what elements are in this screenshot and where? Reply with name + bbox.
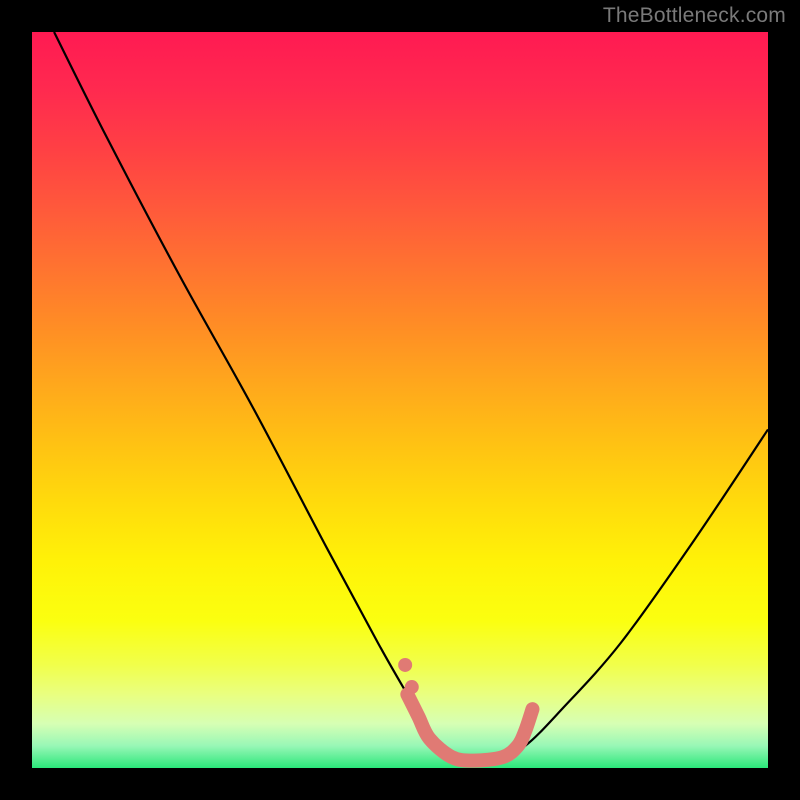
optimal-range-highlight	[407, 694, 532, 760]
chart-plot-area	[32, 32, 768, 768]
chart-svg	[32, 32, 768, 768]
highlight-dot	[398, 658, 412, 672]
watermark-text: TheBottleneck.com	[603, 4, 786, 28]
highlight-dot	[405, 680, 419, 694]
optimal-range-dots	[398, 658, 419, 694]
bottleneck-curve-line	[54, 32, 768, 762]
